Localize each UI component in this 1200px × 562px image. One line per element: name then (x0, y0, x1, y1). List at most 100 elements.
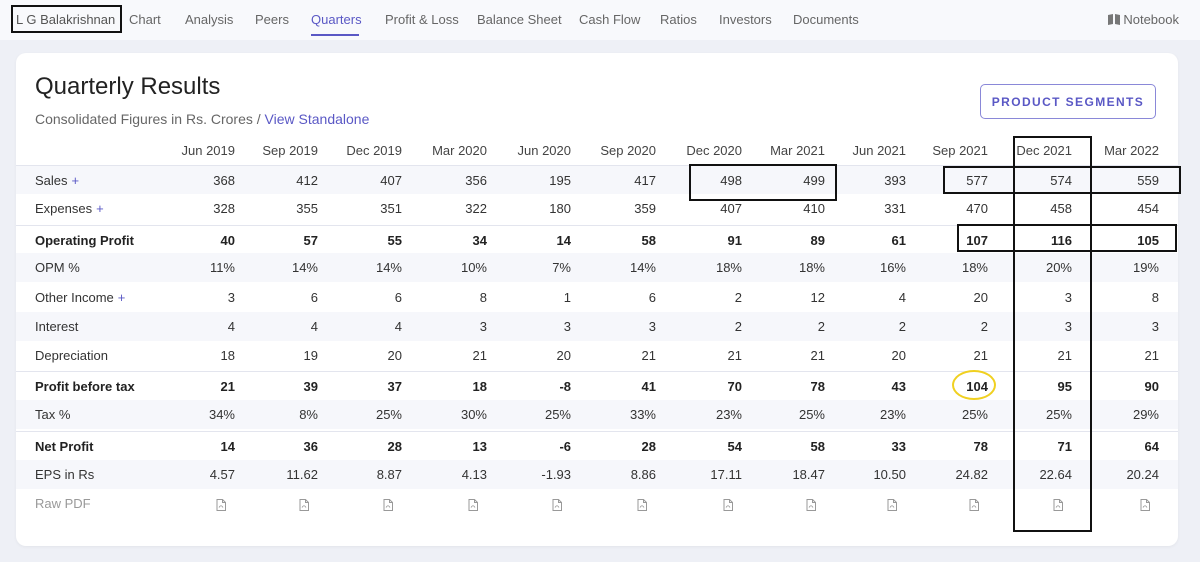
table-cell: 105 (1137, 233, 1159, 248)
table-cell: 2 (734, 290, 742, 305)
table-cell: 10% (460, 260, 487, 275)
table-cell: 8% (299, 407, 318, 422)
nav-quarters[interactable]: Quarters (311, 12, 362, 27)
table-cell: 4 (898, 290, 906, 305)
table-cell: 6 (648, 290, 656, 305)
table-cell: 4 (227, 319, 235, 334)
table-cell: 4.13 (461, 467, 487, 482)
table-cell: 412 (296, 173, 318, 188)
table-cell: 407 (380, 173, 402, 188)
table-cell: 14% (291, 260, 318, 275)
table-cell: 18% (715, 260, 742, 275)
table-cell: 2 (817, 319, 825, 334)
pdf-download[interactable] (157, 489, 235, 518)
view-standalone-link[interactable]: View Standalone (265, 111, 370, 127)
table-cell: 454 (1137, 201, 1159, 216)
table-cell: 458 (1050, 201, 1072, 216)
table-cell: 70 (727, 379, 742, 394)
table-cell: 61 (891, 233, 906, 248)
nav-documents[interactable]: Documents (793, 12, 859, 27)
pdf-icon (383, 498, 393, 511)
product-segments-button[interactable]: PRODUCT SEGMENTS (980, 84, 1156, 119)
table-cell: 21 (220, 379, 235, 394)
table-cell: 14 (556, 233, 571, 248)
table-cell: 89 (810, 233, 825, 248)
row-label-text: OPM % (35, 260, 80, 275)
pdf-download[interactable] (493, 489, 571, 518)
table-row: EPS in Rs 4.57 11.62 8.87 4.13 -1.93 8.86 17.11… (16, 460, 1178, 489)
pdf-icon (969, 498, 979, 511)
table-cell: 21 (472, 348, 487, 363)
pdf-download[interactable] (324, 489, 402, 518)
table-cell: 577 (966, 173, 988, 188)
nav-balance-sheet[interactable]: Balance Sheet (477, 12, 562, 27)
table-cell: 7% (552, 260, 571, 275)
table-cell: 407 (720, 201, 742, 216)
pdf-download[interactable] (1081, 489, 1159, 518)
table-cell: 24.82 (955, 467, 988, 482)
table-cell: 21 (1057, 348, 1072, 363)
row-label[interactable]: Other Income + (35, 283, 125, 312)
table-row: Operating Profit 40 57 55 34 14 58 91 89 61 107 116… (16, 225, 1178, 254)
table-cell: 104 (966, 379, 988, 394)
pdf-download[interactable] (994, 489, 1072, 518)
nav-ratios[interactable]: Ratios (660, 12, 697, 27)
table-cell: 3 (227, 290, 235, 305)
column-header: Jun 2021 (852, 143, 907, 158)
table-cell: 331 (884, 201, 906, 216)
nav-profit-loss[interactable]: Profit & Loss (385, 12, 459, 27)
nav-investors[interactable]: Investors (719, 12, 772, 27)
table-cell: 37 (387, 379, 402, 394)
pdf-download[interactable] (409, 489, 487, 518)
pdf-download[interactable] (240, 489, 318, 518)
table-cell: 91 (727, 233, 742, 248)
pdf-download[interactable] (828, 489, 906, 518)
pdf-icon (637, 498, 647, 511)
column-header: Jun 2019 (181, 143, 236, 158)
pdf-icon (468, 498, 478, 511)
nav-cash-flow[interactable]: Cash Flow (579, 12, 640, 27)
table-cell: 25% (544, 407, 571, 422)
pdf-download[interactable] (747, 489, 825, 518)
expand-plus-icon[interactable]: + (72, 173, 80, 188)
pdf-icon (723, 498, 733, 511)
row-label-text: EPS in Rs (35, 467, 95, 482)
table-cell: 19 (303, 348, 318, 363)
nav-peers[interactable]: Peers (255, 12, 289, 27)
pdf-icon (887, 498, 897, 511)
table-row: Tax % 34% 8% 25% 30% 25% 33% 23% 25% 23% 25% 25% 29% (16, 400, 1178, 429)
table-cell: 8.86 (630, 467, 656, 482)
table-cell: 18% (961, 260, 988, 275)
row-label-text: Profit before tax (35, 379, 135, 394)
subtitle: Consolidated Figures in Rs. Crores / Vie… (35, 111, 369, 127)
table-cell: 20.24 (1126, 467, 1159, 482)
nav-analysis[interactable]: Analysis (185, 12, 233, 27)
pdf-download[interactable] (664, 489, 742, 518)
pdf-download[interactable] (910, 489, 988, 518)
table-cell: 21 (810, 348, 825, 363)
expand-plus-icon[interactable]: + (118, 290, 126, 305)
pdf-icon (299, 498, 309, 511)
table-cell: 71 (1057, 439, 1072, 454)
table-cell: 18.47 (792, 467, 825, 482)
nav-chart[interactable]: Chart (129, 12, 161, 27)
expand-plus-icon[interactable]: + (96, 201, 104, 216)
row-label: Depreciation (35, 341, 108, 370)
table-row: Depreciation 18 19 20 21 20 21 21 21 20 21 21 21 (16, 341, 1178, 370)
table-cell: 368 (213, 173, 235, 188)
table-cell: 12 (810, 290, 825, 305)
row-label-text: Expenses (35, 201, 93, 216)
table-cell: 6 (394, 290, 402, 305)
table-cell: 34% (208, 407, 235, 422)
table-cell: 11.62 (286, 467, 318, 482)
pdf-download[interactable] (578, 489, 656, 518)
table-cell: 2 (980, 319, 988, 334)
table-cell: 21 (1144, 348, 1159, 363)
row-label[interactable]: Sales + (35, 166, 79, 195)
notebook-link[interactable]: Notebook (1108, 12, 1179, 27)
table-cell: 25% (1045, 407, 1072, 422)
table-cell: 14 (220, 439, 235, 454)
row-label[interactable]: Expenses + (35, 194, 104, 223)
table-cell: 20 (387, 348, 402, 363)
table-cell: 25% (798, 407, 825, 422)
